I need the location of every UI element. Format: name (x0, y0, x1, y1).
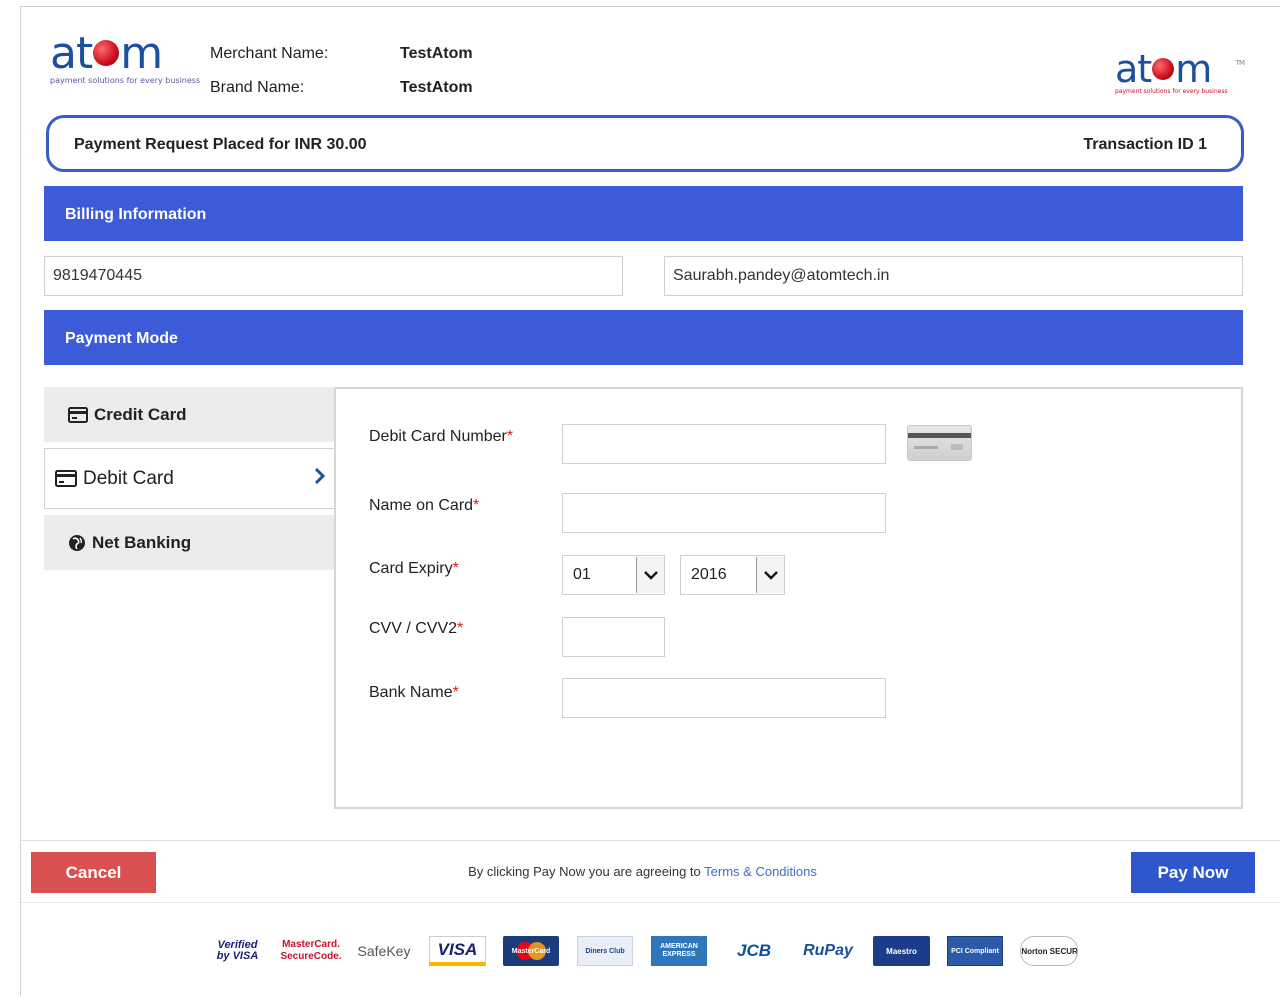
chevron-right-icon (314, 467, 326, 491)
label-text: Bank Name (369, 684, 453, 701)
name-on-card-label: Name on Card* (369, 497, 479, 515)
pci-compliant-badge: PCI Compliant (947, 936, 1003, 966)
credit-card-icon (68, 406, 88, 423)
mastercard-badge: MasterCard (503, 936, 559, 966)
diners-club-badge: Diners Club (577, 936, 633, 966)
logo-ball-icon (1152, 57, 1175, 80)
cvv-label: CVV / CVV2* (369, 620, 463, 638)
debit-card-number-input[interactable] (562, 424, 886, 464)
payment-summary-box: Payment Request Placed for INR 30.00 Tra… (46, 115, 1244, 172)
tab-credit-card[interactable]: Credit Card (44, 387, 334, 442)
pay-now-button[interactable]: Pay Now (1131, 852, 1255, 893)
label-text: Card Expiry (369, 560, 453, 577)
logo-text-start: at (50, 28, 93, 79)
atom-logo-left: at m payment solutions for every business (50, 32, 200, 94)
select-value: 01 (573, 566, 591, 583)
card-image-icon (907, 425, 972, 461)
bank-name-input[interactable] (562, 678, 886, 718)
atom-logo-right: at m TM payment solutions for every busine… (1115, 47, 1245, 100)
payment-mode-header: Payment Mode (44, 310, 1243, 365)
verified-by-visa-badge: Verified by VISA (216, 939, 259, 962)
rupay-badge: RuPay (803, 942, 853, 959)
debit-card-icon (55, 470, 77, 487)
footer-divider (21, 840, 1280, 841)
badge-text: MasterCard (511, 947, 551, 955)
badges-divider (21, 902, 1280, 903)
terms-prefix: By clicking Pay Now you are agreeing to (468, 864, 701, 879)
chevron-down-icon[interactable] (756, 557, 784, 593)
merchant-name-label: Merchant Name: (210, 45, 329, 62)
required-mark: * (473, 497, 480, 514)
logo-text-end: m (1175, 47, 1212, 91)
logo-ball-icon (93, 40, 120, 66)
logo-text-end: m (120, 28, 163, 79)
required-mark: * (452, 684, 459, 701)
trademark-mark: TM (1235, 59, 1245, 67)
cvv-input[interactable] (562, 617, 665, 657)
required-mark: * (457, 620, 464, 637)
visa-badge: VISA (429, 936, 486, 966)
card-number-label: Debit Card Number* (369, 428, 513, 446)
maestro-badge: Maestro (873, 936, 930, 966)
phone-field[interactable] (44, 256, 623, 296)
required-mark: * (452, 560, 459, 577)
amex-safekey-badge: SafeKey (357, 943, 411, 959)
globe-icon (68, 534, 86, 552)
email-field[interactable] (664, 256, 1243, 296)
transaction-id-text: Transaction ID 1 (1083, 136, 1207, 153)
label-text: Name on Card (369, 497, 474, 514)
label-text: CVV / CVV2 (369, 620, 458, 637)
payment-amount-text: Payment Request Placed for INR 30.00 (74, 136, 367, 153)
badge-text: Norton SECURED (1021, 946, 1078, 956)
expiry-month-select[interactable]: 01 (562, 555, 665, 595)
card-expiry-label: Card Expiry* (369, 560, 459, 578)
brand-name-label: Brand Name: (210, 79, 305, 96)
mastercard-securecode-badge: MasterCard. SecureCode. (281, 939, 341, 962)
billing-information-header: Billing Information (44, 186, 1243, 241)
expiry-year-select[interactable]: 2016 (680, 555, 785, 595)
norton-secured-badge: ✓ Norton SECURED (1020, 936, 1078, 966)
label-text: Debit Card Number (369, 428, 507, 445)
jcb-badge: JCB (736, 941, 771, 960)
terms-conditions-link[interactable]: Terms & Conditions (704, 864, 817, 879)
brand-name-value: TestAtom (400, 79, 473, 96)
required-mark: * (506, 428, 514, 445)
select-value: 2016 (691, 566, 727, 583)
merchant-name-value: TestAtom (400, 45, 473, 62)
tab-label: Debit Card (83, 467, 174, 489)
terms-text: By clicking Pay Now you are agreeing to … (0, 864, 1280, 879)
bank-name-label: Bank Name* (369, 684, 459, 702)
chevron-down-icon[interactable] (636, 557, 664, 593)
name-on-card-input[interactable] (562, 493, 886, 533)
tab-net-banking[interactable]: Net Banking (44, 515, 334, 570)
american-express-badge: AMERICAN EXPRESS (651, 936, 707, 966)
logo-text-start: at (1115, 47, 1152, 91)
tab-label: Credit Card (94, 404, 187, 424)
tab-label: Net Banking (92, 532, 192, 552)
tab-debit-card[interactable]: Debit Card (44, 448, 334, 509)
